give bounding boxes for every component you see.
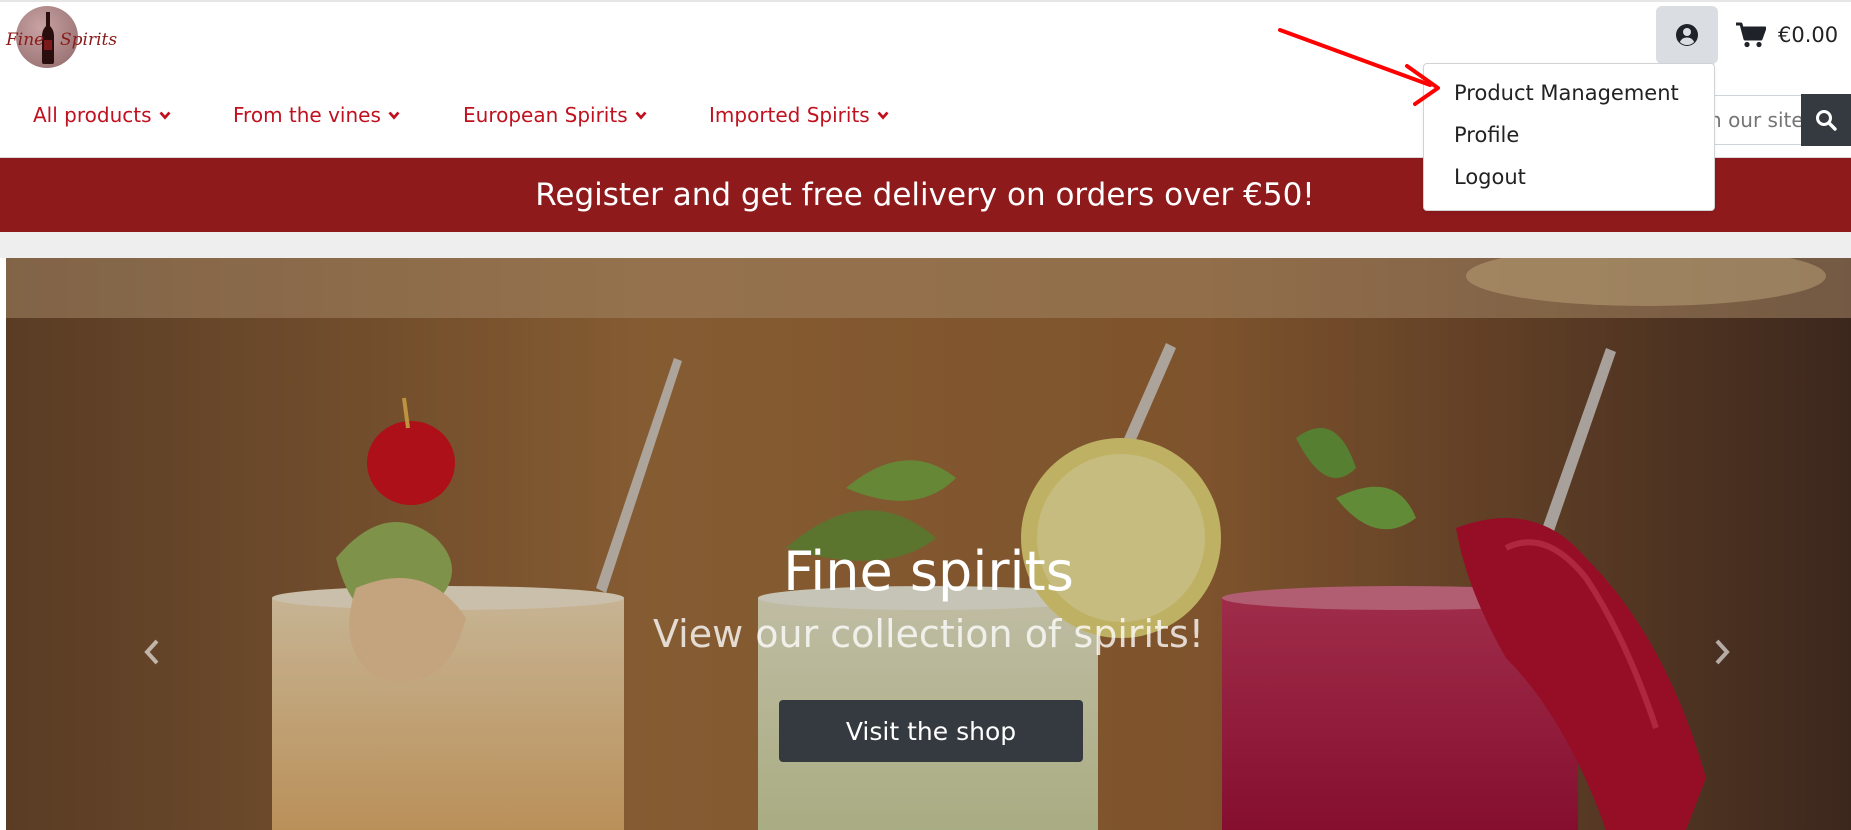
hero-subtitle: View our collection of spirits! [653, 612, 1204, 656]
account-button[interactable] [1656, 6, 1718, 64]
cart-link[interactable]: €0.00 [1736, 12, 1838, 58]
nav-label: From the vines [233, 103, 381, 127]
dropdown-item-profile[interactable]: Profile [1454, 123, 1519, 147]
cart-total: €0.00 [1778, 23, 1839, 47]
nav-label: European Spirits [463, 103, 628, 127]
top-rule [0, 0, 1851, 2]
page: Fine Spirits €0.00 All products From the… [0, 0, 1851, 830]
logo-word-spirits: Spirits [60, 30, 118, 50]
annotation-arrow [1278, 28, 1440, 106]
visit-shop-button[interactable]: Visit the shop [779, 700, 1083, 762]
search-button[interactable] [1801, 94, 1851, 146]
chevron-right-icon [1715, 639, 1730, 665]
nav-label: All products [33, 103, 152, 127]
hero-carousel: Fine spirits View our collection of spir… [6, 258, 1851, 830]
account-dropdown-menu: Product Management Profile Logout [1423, 63, 1715, 211]
chevron-left-icon [144, 639, 159, 665]
nav-european-spirits[interactable]: European Spirits [463, 103, 709, 127]
nav-label: Imported Spirits [709, 103, 870, 127]
main-nav: All products From the vines European Spi… [33, 103, 889, 127]
nav-all-products[interactable]: All products [33, 103, 233, 127]
section-gap [0, 232, 1851, 258]
logo-word-fine: Fine [6, 30, 45, 50]
chevron-down-icon [635, 111, 647, 120]
banner-text: Register and get free delivery on orders… [535, 177, 1315, 213]
dropdown-item-logout[interactable]: Logout [1454, 165, 1526, 189]
search-icon [1816, 110, 1837, 131]
hero-title: Fine spirits [783, 540, 1074, 603]
shopping-cart-icon [1736, 22, 1766, 48]
nav-imported-spirits[interactable]: Imported Spirits [709, 103, 889, 127]
chevron-down-icon [877, 111, 889, 120]
nav-from-the-vines[interactable]: From the vines [233, 103, 463, 127]
carousel-prev-button[interactable] [134, 632, 170, 672]
user-circle-icon [1676, 24, 1698, 46]
chevron-down-icon [388, 111, 400, 120]
chevron-down-icon [158, 111, 171, 120]
carousel-next-button[interactable] [1704, 632, 1740, 672]
dropdown-item-product-management[interactable]: Product Management [1454, 81, 1679, 105]
